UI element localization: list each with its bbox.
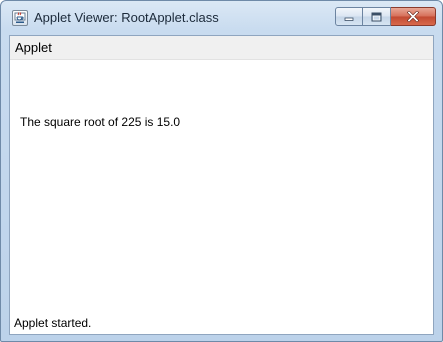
maximize-icon bbox=[363, 8, 390, 25]
title-bar[interactable]: Applet Viewer: RootApplet.class bbox=[1, 1, 442, 35]
applet-viewer-window: Applet Viewer: RootApplet.class Applet T… bbox=[0, 0, 443, 342]
status-text: Applet started. bbox=[14, 316, 92, 330]
minimize-button[interactable] bbox=[335, 7, 363, 26]
menu-applet[interactable]: Applet bbox=[15, 40, 52, 55]
close-button[interactable] bbox=[391, 7, 436, 26]
minimize-icon bbox=[336, 8, 362, 25]
applet-output-text: The square root of 225 is 15.0 bbox=[20, 115, 181, 129]
caption-buttons bbox=[335, 7, 436, 27]
java-applet-icon[interactable] bbox=[12, 10, 28, 26]
maximize-button[interactable] bbox=[363, 7, 391, 26]
applet-panel[interactable]: The square root of 225 is 15.0 bbox=[10, 60, 433, 314]
status-bar: Applet started. bbox=[10, 313, 433, 334]
menu-bar: Applet bbox=[10, 36, 433, 60]
client-area: Applet The square root of 225 is 15.0 Ap… bbox=[9, 35, 434, 335]
window-title: Applet Viewer: RootApplet.class bbox=[34, 10, 219, 25]
close-icon bbox=[391, 8, 435, 25]
